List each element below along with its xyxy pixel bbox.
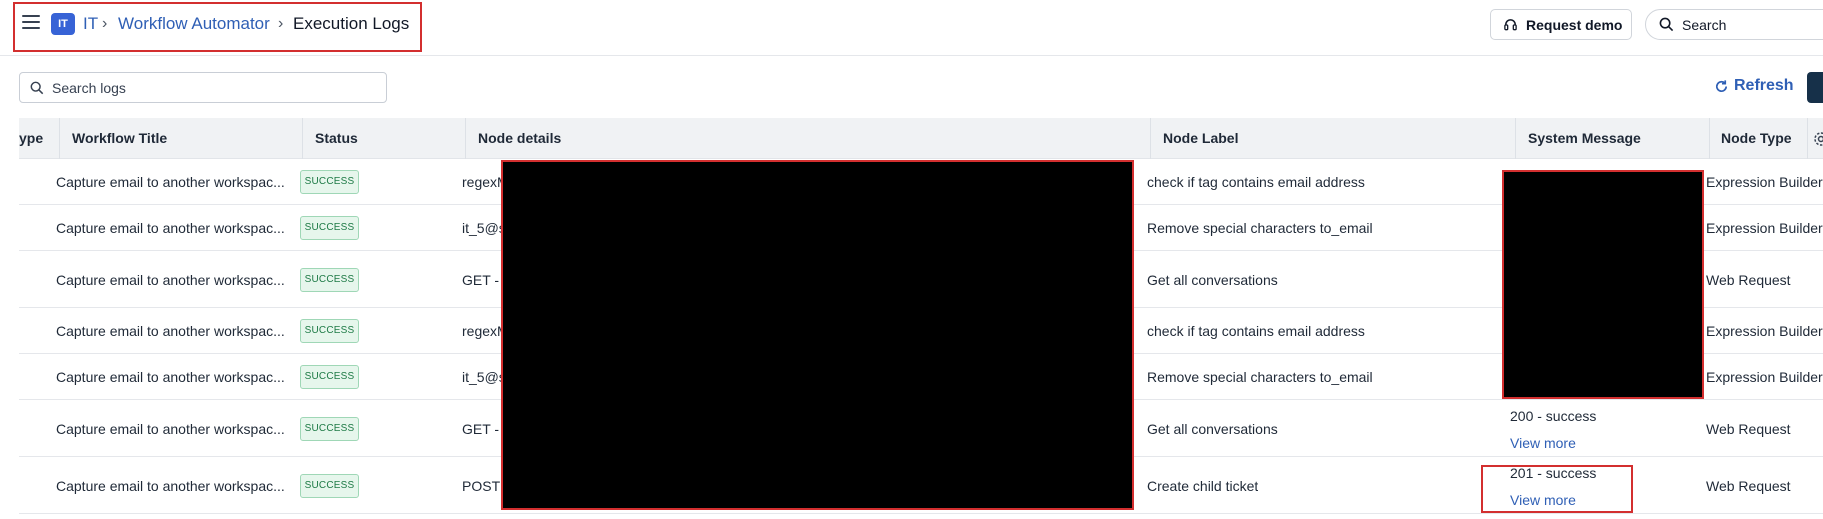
status-badge: SUCCESS — [300, 268, 359, 292]
column-header-type[interactable]: ype — [19, 118, 43, 159]
chevron-right-icon: › — [278, 15, 284, 32]
search-icon — [1659, 17, 1674, 32]
node-label-cell: check if tag contains email address — [1147, 323, 1365, 339]
breadcrumb-item-workspace[interactable]: IT — [83, 14, 98, 34]
filter-button[interactable] — [1807, 72, 1823, 103]
node-label-cell: Create child ticket — [1147, 478, 1259, 494]
search-logs-input[interactable]: Search logs — [19, 72, 387, 103]
status-badge: SUCCESS — [300, 365, 359, 389]
node-label-cell: check if tag contains email address — [1147, 174, 1365, 190]
redaction-block-system-message — [1502, 170, 1704, 399]
status-badge: SUCCESS — [300, 170, 359, 194]
column-header-node-label[interactable]: Node Label — [1163, 118, 1238, 159]
column-header-node-details[interactable]: Node details — [478, 118, 561, 159]
chevron-right-icon: › — [102, 15, 108, 32]
node-type-cell: Expression Builder — [1706, 174, 1823, 190]
status-badge: SUCCESS — [300, 417, 359, 441]
column-header-status[interactable]: Status — [315, 118, 358, 159]
node-details-cell: it_5@s — [462, 220, 506, 236]
request-demo-label: Request demo — [1526, 16, 1623, 33]
column-header-workflow-title[interactable]: Workflow Title — [72, 118, 167, 159]
refresh-button[interactable]: Refresh — [1714, 77, 1794, 95]
refresh-icon — [1716, 79, 1728, 92]
status-badge: SUCCESS — [300, 319, 359, 343]
node-type-cell: Expression Builder — [1706, 220, 1823, 236]
node-type-cell: Expression Builder — [1706, 369, 1823, 385]
workspace-badge: IT — [51, 13, 75, 35]
page-title: Execution Logs — [293, 14, 410, 33]
search-logs-placeholder: Search logs — [52, 79, 126, 96]
workflow-title-cell: Capture email to another workspac... — [56, 174, 285, 190]
workflow-title-cell: Capture email to another workspac... — [56, 369, 285, 385]
view-more-link[interactable]: View more — [1510, 435, 1576, 451]
node-type-cell: Expression Builder — [1706, 323, 1823, 339]
node-type-cell: Web Request — [1706, 421, 1791, 437]
redaction-block-node-details — [501, 160, 1134, 510]
node-details-cell: it_5@s — [462, 369, 506, 385]
node-label-cell: Get all conversations — [1147, 272, 1278, 288]
menu-icon[interactable] — [22, 15, 40, 29]
gear-icon[interactable] — [1813, 131, 1823, 147]
table-header: ype Workflow Title Status Node details N… — [19, 118, 1823, 159]
top-bar: IT IT › Workflow Automator › Execution L… — [0, 0, 1823, 56]
status-badge: SUCCESS — [300, 216, 359, 240]
node-type-cell: Web Request — [1706, 272, 1791, 288]
node-type-cell: Web Request — [1706, 478, 1791, 494]
workflow-title-cell: Capture email to another workspac... — [56, 220, 285, 236]
column-header-system-message[interactable]: System Message — [1528, 118, 1641, 159]
global-search-placeholder: Search — [1682, 16, 1727, 33]
headset-icon — [1504, 19, 1517, 31]
node-label-cell: Remove special characters to_email — [1147, 220, 1373, 236]
breadcrumb-item-workflow-automator[interactable]: Workflow Automator — [118, 14, 270, 34]
global-search-input[interactable]: Search — [1645, 9, 1823, 40]
node-label-cell: Remove special characters to_email — [1147, 369, 1373, 385]
workflow-title-cell: Capture email to another workspac... — [56, 478, 285, 494]
refresh-label: Refresh — [1734, 77, 1794, 94]
node-label-cell: Get all conversations — [1147, 421, 1278, 437]
system-message-highlight-box — [1481, 465, 1633, 513]
column-header-node-type[interactable]: Node Type — [1721, 118, 1792, 159]
request-demo-button[interactable]: Request demo — [1490, 9, 1632, 40]
status-badge: SUCCESS — [300, 474, 359, 498]
workflow-title-cell: Capture email to another workspac... — [56, 323, 285, 339]
workflow-title-cell: Capture email to another workspac... — [56, 421, 285, 437]
search-icon — [30, 81, 44, 94]
workflow-title-cell: Capture email to another workspac... — [56, 272, 285, 288]
system-message-cell: 200 - success — [1510, 408, 1597, 424]
